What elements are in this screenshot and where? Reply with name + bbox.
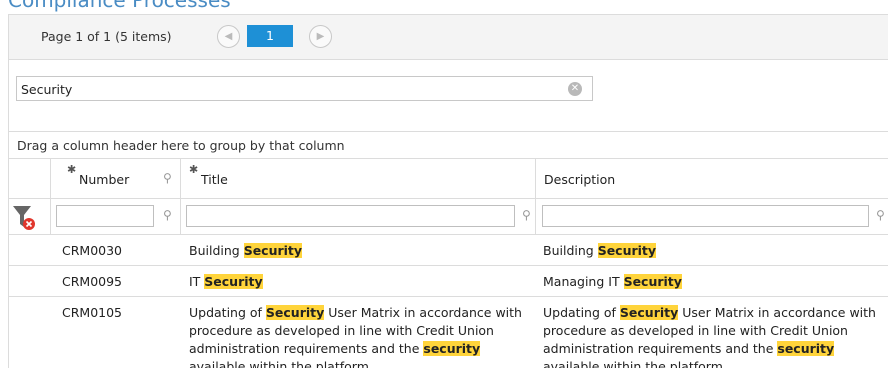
filter-row: ⚲ ⚲ ⚲ [9, 199, 888, 235]
header-number[interactable]: ✱ Number ⚲ [51, 159, 181, 198]
page-1-button[interactable]: 1 [247, 25, 293, 47]
pinned-icon: ✱ [189, 163, 199, 176]
filter-title-input[interactable] [186, 205, 515, 227]
group-panel[interactable]: Drag a column header here to group by th… [9, 131, 888, 159]
table-row[interactable]: CRM0105 Updating of Security User Matrix… [9, 297, 888, 368]
search-highlight: security [423, 341, 481, 356]
pager-summary: Page 1 of 1 (5 items) [41, 29, 172, 44]
header-row: ✱ Number ⚲ ✱ Title Description [9, 159, 888, 199]
filter-pushpin-icon[interactable]: ⚲ [163, 208, 172, 222]
pushpin-icon[interactable]: ⚲ [163, 171, 172, 185]
clear-filter-icon[interactable] [11, 203, 37, 231]
search-highlight: Security [619, 305, 679, 320]
pinned-icon: ✱ [67, 163, 77, 176]
search-highlight: Security [597, 243, 657, 258]
row-title: Updating of Security User Matrix in acco… [189, 304, 534, 368]
title-text: IT [189, 274, 205, 289]
description-text: available within the platform. [543, 359, 727, 368]
filter-description-cell: ⚲ [536, 199, 888, 234]
clear-search-icon[interactable]: ✕ [568, 82, 582, 96]
row-description: Managing IT Security [543, 273, 888, 291]
prev-page-button[interactable]: ◀ [217, 25, 240, 48]
search-highlight: Security [243, 243, 303, 258]
header-title-label: Title [201, 172, 228, 187]
description-text: Managing IT [543, 274, 624, 289]
row-title: IT Security [189, 273, 534, 291]
filter-number-input[interactable] [56, 205, 154, 227]
filter-title-cell: ⚲ [181, 199, 536, 234]
next-page-button[interactable]: ▶ [309, 25, 332, 48]
header-description-label: Description [544, 172, 616, 187]
row-number: CRM0030 [62, 243, 123, 258]
header-number-label: Number [79, 172, 130, 187]
chevron-left-icon: ◀ [224, 31, 233, 42]
filter-clear-cell [9, 199, 51, 234]
row-description: Building Security [543, 242, 888, 260]
row-number: CRM0105 [62, 305, 123, 320]
search-highlight: Security [265, 305, 325, 320]
table-row[interactable]: CRM0030 Building Security Building Secur… [9, 235, 888, 266]
search-highlight: Security [204, 274, 263, 289]
filter-description-input[interactable] [542, 205, 869, 227]
row-number: CRM0095 [62, 274, 123, 289]
header-title[interactable]: ✱ Title [181, 159, 536, 198]
table-row[interactable]: CRM0095 IT Security Managing IT Security [9, 266, 888, 297]
title-text: Updating of [189, 305, 266, 320]
group-panel-text: Drag a column header here to group by th… [17, 138, 345, 153]
header-description[interactable]: Description [536, 159, 888, 198]
compliance-grid: Page 1 of 1 (5 items) ◀ 1 ▶ ✕ Drag a col… [8, 14, 888, 368]
filter-pushpin-icon[interactable]: ⚲ [522, 208, 531, 222]
filter-number-cell: ⚲ [51, 199, 181, 234]
title-text: Building [189, 243, 244, 258]
row-description: Updating of Security User Matrix in acco… [543, 304, 888, 368]
row-title: Building Security [189, 242, 534, 260]
search-highlight: Security [623, 274, 682, 289]
search-highlight: security [777, 341, 835, 356]
search-input[interactable] [21, 80, 561, 98]
page-title: Compliance Processes [8, 0, 231, 12]
description-text: Updating of [543, 305, 620, 320]
header-spacer [9, 159, 51, 198]
search-box: ✕ [16, 76, 593, 101]
pager: Page 1 of 1 (5 items) ◀ 1 ▶ [9, 15, 888, 60]
search-area: ✕ [9, 61, 888, 131]
description-text: Building [543, 243, 598, 258]
title-text: available within the platform. [189, 359, 373, 368]
chevron-right-icon: ▶ [316, 31, 325, 42]
filter-pushpin-icon[interactable]: ⚲ [876, 208, 885, 222]
